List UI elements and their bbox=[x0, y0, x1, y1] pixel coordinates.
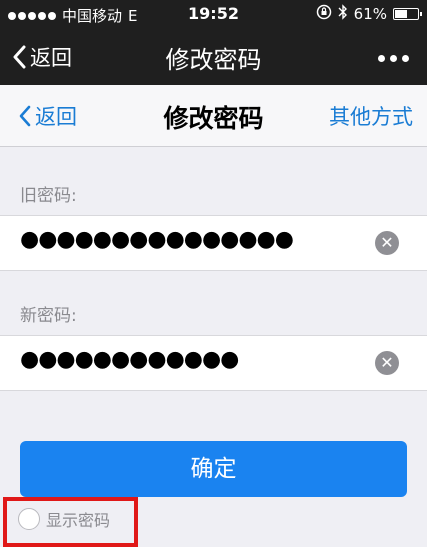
app-nav-bar: 返回 修改密码 bbox=[0, 28, 427, 85]
clear-old-password-icon[interactable]: ✕ bbox=[375, 231, 399, 255]
other-method-link[interactable]: 其他方式 bbox=[329, 101, 413, 131]
status-bar: 中国移动 E 19:52 61% bbox=[0, 0, 427, 28]
battery-icon bbox=[393, 8, 422, 20]
more-icon[interactable] bbox=[378, 55, 409, 62]
confirm-button[interactable]: 确定 bbox=[20, 441, 407, 497]
old-password-label: 旧密码: bbox=[20, 186, 77, 206]
status-right: 61% bbox=[316, 4, 422, 24]
old-password-value: ●●●●●●●●●●●●●●● bbox=[20, 227, 294, 252]
new-password-field[interactable]: ●●●●●●●●●●●● ✕ bbox=[0, 335, 427, 391]
clear-new-password-icon[interactable]: ✕ bbox=[375, 351, 399, 375]
app-nav-title: 修改密码 bbox=[165, 46, 262, 74]
battery-percent: 61% bbox=[353, 5, 387, 23]
old-password-field[interactable]: ●●●●●●●●●●●●●●● ✕ bbox=[0, 215, 427, 271]
new-password-value: ●●●●●●●●●●●● bbox=[20, 347, 239, 372]
rotation-lock-icon bbox=[316, 4, 332, 24]
page-nav-bar: 返回 修改密码 其他方式 bbox=[0, 85, 427, 147]
bluetooth-icon bbox=[338, 4, 348, 24]
new-password-label: 新密码: bbox=[20, 306, 77, 326]
